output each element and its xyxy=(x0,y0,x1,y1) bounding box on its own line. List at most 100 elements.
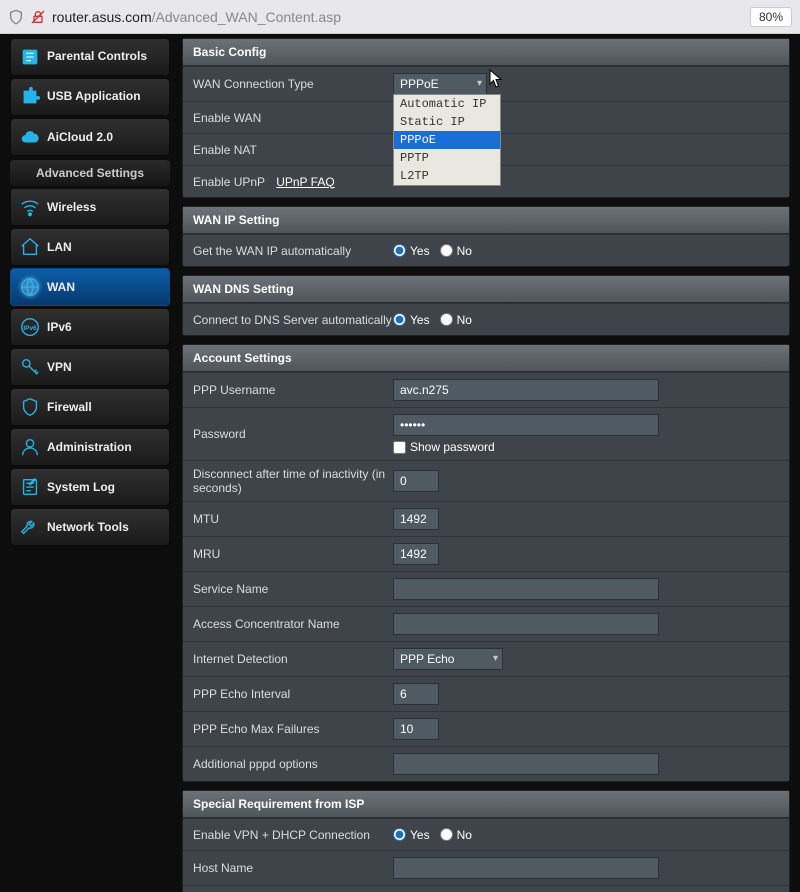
radio-wan-ip-yes[interactable]: Yes xyxy=(393,244,430,258)
panel-header-dns: WAN DNS Setting xyxy=(183,276,789,303)
sidebar-item-wireless[interactable]: Wireless xyxy=(10,188,170,226)
row-mtu: MTU xyxy=(183,501,789,536)
panel-basic-config: Basic Config WAN Connection Type PPPoE ▾… xyxy=(182,38,790,198)
sidebar-item-administration[interactable]: Administration xyxy=(10,428,170,466)
sidebar-item-firewall[interactable]: Firewall xyxy=(10,388,170,426)
label-echo-interval: PPP Echo Interval xyxy=(193,687,393,701)
input-password[interactable] xyxy=(393,414,659,436)
input-mru[interactable] xyxy=(393,543,439,565)
sidebar: Parental Controls USB Application AiCloud … xyxy=(10,38,170,892)
chevron-down-icon: ▾ xyxy=(493,653,498,664)
label-disconnect: Disconnect after time of inactivity (in … xyxy=(193,467,393,495)
row-echo-interval: PPP Echo Interval xyxy=(183,676,789,711)
sidebar-item-ipv6[interactable]: IPv6 IPv6 xyxy=(10,308,170,346)
url-display[interactable]: router.asus.com/Advanced_WAN_Content.asp xyxy=(52,9,750,25)
label-enable-nat: Enable NAT xyxy=(193,143,393,157)
row-wan-ip-auto: Get the WAN IP automatically Yes No xyxy=(183,234,789,266)
panel-header-isp: Special Requirement from ISP xyxy=(183,791,789,818)
radio-dns-no[interactable]: No xyxy=(440,313,472,327)
sidebar-item-label: Firewall xyxy=(47,400,92,414)
tracking-shield-icon[interactable] xyxy=(8,9,24,25)
panel-dns: WAN DNS Setting Connect to DNS Server au… xyxy=(182,275,790,336)
input-echo-interval[interactable] xyxy=(393,683,439,705)
sidebar-item-aicloud[interactable]: AiCloud 2.0 xyxy=(10,118,170,156)
row-service-name: Service Name xyxy=(183,571,789,606)
label-mru: MRU xyxy=(193,547,393,561)
label-host-name: Host Name xyxy=(193,861,393,875)
panel-header-basic: Basic Config xyxy=(183,39,789,66)
sidebar-item-network-tools[interactable]: Network Tools xyxy=(10,508,170,546)
radio-vpn-dhcp-no[interactable]: No xyxy=(440,828,472,842)
key-icon xyxy=(19,356,41,378)
input-echo-max[interactable] xyxy=(393,718,439,740)
note-icon xyxy=(19,476,41,498)
row-disconnect: Disconnect after time of inactivity (in … xyxy=(183,460,789,501)
sidebar-item-label: LAN xyxy=(47,240,72,254)
wrench-icon xyxy=(19,516,41,538)
label-mtu: MTU xyxy=(193,512,393,526)
globe-icon xyxy=(19,276,41,298)
sidebar-item-label: IPv6 xyxy=(47,320,72,334)
sidebar-item-label: System Log xyxy=(47,480,115,494)
url-path: /Advanced_WAN_Content.asp xyxy=(152,9,341,25)
label-password: Password xyxy=(193,427,393,441)
browser-address-bar: router.asus.com/Advanced_WAN_Content.asp… xyxy=(0,0,800,34)
label-enable-upnp: Enable UPnP UPnP FAQ xyxy=(193,175,393,189)
input-ppp-username[interactable] xyxy=(393,379,659,401)
link-upnp-faq[interactable]: UPnP FAQ xyxy=(276,175,334,189)
checkbox-show-password[interactable]: Show password xyxy=(393,440,495,454)
person-icon xyxy=(19,436,41,458)
shield-icon xyxy=(19,396,41,418)
select-wan-conn-type[interactable]: PPPoE ▾ xyxy=(393,73,487,95)
lock-strike-icon[interactable] xyxy=(30,9,46,25)
input-disconnect[interactable] xyxy=(393,470,439,492)
sidebar-item-label: WAN xyxy=(47,280,75,294)
dropdown-option[interactable]: PPPoE xyxy=(394,131,500,149)
input-service-name[interactable] xyxy=(393,578,659,600)
sidebar-item-usb-application[interactable]: USB Application xyxy=(10,78,170,116)
main-content: Basic Config WAN Connection Type PPPoE ▾… xyxy=(182,38,790,892)
wifi-icon xyxy=(19,196,41,218)
sidebar-item-wan[interactable]: WAN xyxy=(10,268,170,306)
row-internet-detection: Internet Detection PPP Echo ▾ xyxy=(183,641,789,676)
sidebar-item-label: Parental Controls xyxy=(47,50,147,63)
radio-vpn-dhcp-yes[interactable]: Yes xyxy=(393,828,430,842)
sidebar-item-system-log[interactable]: System Log xyxy=(10,468,170,506)
dropdown-option[interactable]: L2TP xyxy=(394,167,500,185)
ipv6-icon: IPv6 xyxy=(19,316,41,338)
panel-account: Account Settings PPP Username Password S… xyxy=(182,344,790,782)
chevron-down-icon: ▾ xyxy=(477,78,482,89)
sidebar-item-label: Wireless xyxy=(47,200,96,214)
radio-wan-ip-no[interactable]: No xyxy=(440,244,472,258)
select-internet-detection[interactable]: PPP Echo ▾ xyxy=(393,648,503,670)
label-wan-conn-type: WAN Connection Type xyxy=(193,77,393,91)
sidebar-item-parental-controls[interactable]: Parental Controls xyxy=(10,38,170,76)
house-icon xyxy=(19,236,41,258)
url-host: router.asus.com xyxy=(52,9,152,25)
dropdown-option[interactable]: PPTP xyxy=(394,149,500,167)
panel-wan-ip: WAN IP Setting Get the WAN IP automatica… xyxy=(182,206,790,267)
input-host-name[interactable] xyxy=(393,857,659,879)
input-concentrator[interactable] xyxy=(393,613,659,635)
dropdown-option[interactable]: Automatic IP xyxy=(394,95,500,113)
label-additional: Additional pppd options xyxy=(193,757,393,771)
label-internet-detection: Internet Detection xyxy=(193,652,393,666)
input-mtu[interactable] xyxy=(393,508,439,530)
row-dns-auto: Connect to DNS Server automatically Yes … xyxy=(183,303,789,335)
zoom-badge[interactable]: 80% xyxy=(750,7,792,27)
cursor-icon xyxy=(489,69,505,92)
sidebar-item-lan[interactable]: LAN xyxy=(10,228,170,266)
row-host-name: Host Name xyxy=(183,850,789,885)
radio-dns-yes[interactable]: Yes xyxy=(393,313,430,327)
row-echo-max: PPP Echo Max Failures xyxy=(183,711,789,746)
sidebar-item-label: AiCloud 2.0 xyxy=(47,130,113,144)
dropdown-wan-conn-type[interactable]: Automatic IPStatic IPPPPoEPPTPL2TP xyxy=(393,94,501,186)
app-root: Parental Controls USB Application AiCloud … xyxy=(0,34,800,892)
input-additional[interactable] xyxy=(393,753,659,775)
panel-isp: Special Requirement from ISP Enable VPN … xyxy=(182,790,790,892)
panel-header-account: Account Settings xyxy=(183,345,789,372)
dropdown-option[interactable]: Static IP xyxy=(394,113,500,131)
label-dns-auto: Connect to DNS Server automatically xyxy=(193,313,393,327)
sidebar-item-vpn[interactable]: VPN xyxy=(10,348,170,386)
label-ppp-username: PPP Username xyxy=(193,383,393,397)
